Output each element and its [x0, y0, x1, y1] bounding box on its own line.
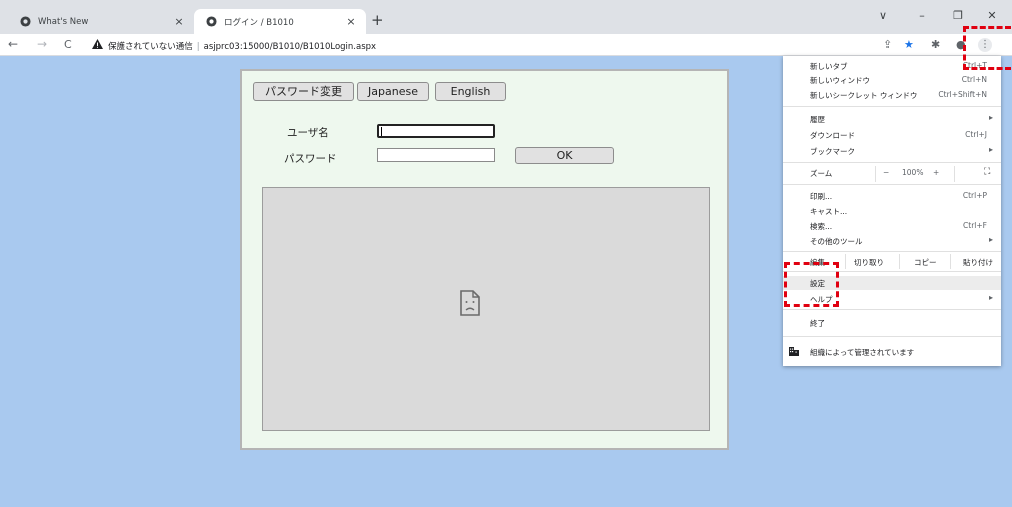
menu-item-downloads[interactable]: ダウンロード Ctrl+J [783, 128, 1001, 142]
menu-item-label: その他のツール [810, 237, 863, 246]
zoom-out-button[interactable]: − [883, 168, 889, 177]
menu-item-label: 新しいタブ [810, 62, 848, 71]
menu-shortcut: Ctrl+P [962, 191, 987, 200]
chrome-icon [20, 16, 31, 27]
menu-item-exit[interactable]: 終了 [783, 316, 1001, 330]
menu-divider [783, 162, 1001, 163]
zoom-level: 100% [902, 168, 924, 177]
menu-item-find[interactable]: 検索... Ctrl+F [783, 219, 1001, 233]
security-status: 保護されていない通信 [108, 42, 193, 52]
tab-title: What's New [38, 16, 89, 27]
menu-item-more-tools[interactable]: その他のツール ▸ [783, 234, 1001, 248]
browser-toolbar: ← → C 保護されていない通信 | asjprc03:15000/B1010/B1… [0, 34, 1012, 56]
tab-whats-new[interactable]: What's New × [8, 9, 194, 34]
cut-button[interactable]: 切り取り [854, 257, 884, 268]
submenu-arrow-icon: ▸ [988, 113, 993, 122]
menu-item-new-window[interactable]: 新しいウィンドウ Ctrl+N [783, 73, 1001, 87]
menu-item-label: ブックマーク [810, 147, 855, 156]
reload-button[interactable]: C [64, 38, 72, 51]
extensions-icon[interactable]: ✱ [931, 38, 940, 51]
menu-item-print[interactable]: 印刷... Ctrl+P [783, 189, 1001, 203]
zoom-in-button[interactable]: + [933, 168, 939, 177]
menu-divider [899, 254, 900, 269]
annotation-settings-item [784, 262, 839, 307]
sad-document-icon [460, 290, 480, 316]
forward-button[interactable]: → [37, 37, 47, 51]
menu-shortcut: Ctrl+F [963, 221, 987, 230]
menu-divider [783, 106, 1001, 107]
managed-by-org[interactable]: 組織によって管理されています [789, 345, 995, 359]
username-label: ユーザ名 [287, 127, 329, 139]
password-change-button[interactable]: パスワード変更 [253, 82, 354, 101]
chrome-menu: 新しいタブ Ctrl+T 新しいウィンドウ Ctrl+N 新しいシークレット ウ… [783, 56, 1001, 366]
menu-shortcut: Ctrl+J [965, 130, 987, 139]
menu-divider [783, 336, 1001, 337]
share-icon[interactable]: ⇪ [883, 38, 892, 51]
tab-title: ログイン / B1010 [224, 17, 294, 28]
menu-item-cast[interactable]: キャスト... [783, 204, 1001, 218]
warning-icon [92, 39, 103, 49]
menu-shortcut: Ctrl+Shift+N [938, 90, 987, 99]
menu-divider [845, 254, 846, 269]
menu-divider [783, 251, 1001, 252]
fullscreen-icon[interactable]: ⛶ [984, 167, 990, 177]
username-input[interactable] [377, 124, 495, 138]
ok-button[interactable]: OK [515, 147, 614, 164]
submenu-arrow-icon: ▸ [988, 145, 993, 154]
url-text: asjprc03:15000/B1010/B1010Login.aspx [203, 42, 377, 52]
new-tab-button[interactable]: + [371, 11, 384, 29]
japanese-button[interactable]: Japanese [357, 82, 429, 101]
menu-item-incognito[interactable]: 新しいシークレット ウィンドウ Ctrl+Shift+N [783, 88, 1001, 102]
menu-item-label: 新しいシークレット ウィンドウ [810, 91, 918, 100]
zoom-label: ズーム [810, 169, 833, 178]
menu-divider [954, 166, 955, 182]
menu-item-label: キャスト... [810, 207, 848, 216]
text-caret [381, 127, 382, 136]
menu-divider [875, 166, 876, 182]
close-window-button[interactable]: ✕ [985, 9, 999, 22]
password-input[interactable] [377, 148, 495, 162]
tab-login[interactable]: ログイン / B1010 × [194, 9, 366, 34]
tab-close-icon[interactable]: × [344, 15, 358, 28]
menu-item-label: 新しいウィンドウ [810, 76, 870, 85]
star-icon[interactable]: ★ [904, 38, 914, 51]
managed-label: 組織によって管理されています [810, 348, 915, 357]
minimize-button[interactable]: – [915, 9, 929, 22]
embedded-frame [262, 187, 710, 431]
copy-button[interactable]: コピー [914, 257, 937, 268]
menu-item-label: 検索... [810, 222, 833, 231]
menu-shortcut: Ctrl+N [961, 75, 987, 84]
menu-item-label: ダウンロード [810, 131, 855, 140]
menu-item-label: 履歴 [810, 115, 825, 124]
submenu-arrow-icon: ▸ [988, 293, 993, 302]
building-icon [789, 347, 799, 356]
address-bar[interactable]: 保護されていない通信 | asjprc03:15000/B1010/B1010Log… [108, 40, 376, 52]
english-button[interactable]: English [435, 82, 506, 101]
login-panel: パスワード変更 Japanese English ユーザ名 パスワード OK [240, 69, 729, 450]
tab-search-icon[interactable]: ∨ [876, 9, 890, 22]
menu-divider [783, 309, 1001, 310]
menu-divider [783, 184, 1001, 185]
menu-item-label: 終了 [810, 319, 825, 328]
maximize-button[interactable]: ❐ [951, 9, 965, 22]
tab-close-icon[interactable]: × [172, 15, 186, 28]
submenu-arrow-icon: ▸ [988, 235, 993, 244]
menu-item-history[interactable]: 履歴 ▸ [783, 112, 1001, 126]
globe-icon [206, 16, 217, 27]
menu-item-label: 印刷... [810, 192, 833, 201]
menu-divider [950, 254, 951, 269]
menu-item-bookmarks[interactable]: ブックマーク ▸ [783, 144, 1001, 158]
back-button[interactable]: ← [8, 37, 18, 51]
menu-zoom-row: ズーム − 100% + ⛶ [783, 166, 1001, 182]
paste-button[interactable]: 貼り付け [963, 257, 993, 268]
annotation-menu-button [963, 26, 1011, 70]
tab-strip: What's New × ログイン / B1010 × + ∨ – ❐ ✕ [0, 0, 1012, 34]
password-label: パスワード [284, 153, 337, 165]
